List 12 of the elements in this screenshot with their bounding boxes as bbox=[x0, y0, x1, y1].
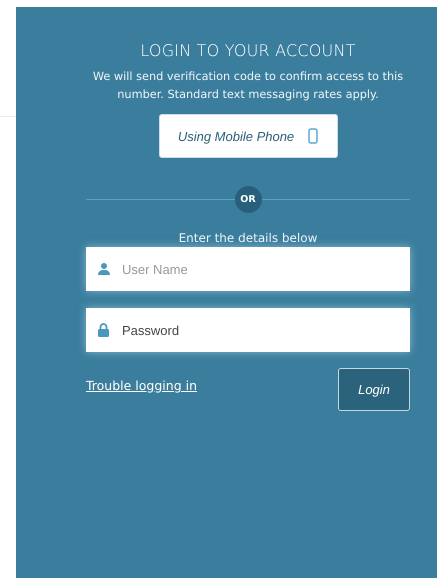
page-title: LOGIN TO YOUR ACCOUNT bbox=[140, 41, 356, 60]
mobile-phone-button[interactable]: Using Mobile Phone bbox=[158, 114, 338, 158]
password-field[interactable]: Password bbox=[86, 308, 410, 352]
lock-icon bbox=[98, 323, 109, 337]
username-field[interactable]: User Name bbox=[86, 247, 410, 291]
login-button[interactable]: Login bbox=[338, 368, 410, 411]
description-text: We will send verification code to confirm access to this number. Standard text messaging rates apply. bbox=[92, 69, 404, 103]
trouble-link[interactable]: Trouble logging in bbox=[86, 378, 197, 393]
phone-icon bbox=[308, 128, 318, 144]
instructions-text: Enter the details below bbox=[178, 231, 318, 245]
or-badge: OR bbox=[234, 186, 262, 213]
user-icon bbox=[98, 263, 110, 275]
